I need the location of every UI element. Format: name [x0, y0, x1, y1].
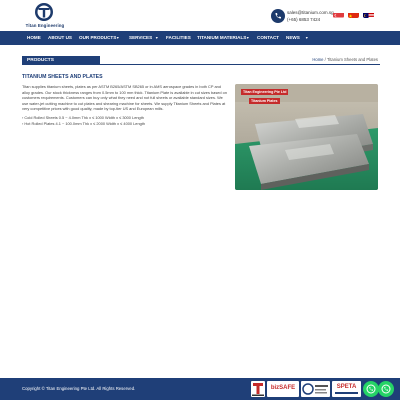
bizsafe-text: bizSAFE: [270, 385, 296, 391]
contact-email[interactable]: sales@titanium.com.sg: [287, 10, 334, 15]
photo-label-product: Titanium Plates: [249, 98, 280, 104]
logo-text: Titan Engineering: [25, 23, 65, 28]
certification-logo-icon: [251, 381, 265, 397]
speta-underline: [335, 392, 358, 394]
product-photo: Titan Engineering Pte Ltd Titanium Plate…: [235, 84, 378, 190]
photo-label-company: Titan Engineering Pte Ltd: [241, 89, 289, 95]
nav-services[interactable]: SERVICES: [129, 31, 152, 45]
flag-my-icon[interactable]: [363, 9, 374, 18]
product-description: Titan supplies titanium sheets, plates a…: [22, 84, 227, 111]
main-nav: HOME ABOUT US OUR PRODUCTS ▼ SERVICES ▼ …: [0, 31, 400, 45]
section-label-text: PRODUCTS: [27, 58, 54, 63]
breadcrumb-home[interactable]: Home: [312, 57, 323, 62]
nav-home[interactable]: HOME: [27, 31, 41, 45]
nav-news[interactable]: NEWS: [286, 31, 300, 45]
bizsafe-badge: bizSAFE: [267, 381, 299, 397]
nav-contact[interactable]: CONTACT: [257, 31, 279, 45]
divider: [100, 64, 380, 65]
spec-item: › Hot Rolled Plates 4.1 ~ 100.0mm Thk x …: [22, 121, 146, 126]
page-title: TITANIUM SHEETS AND PLATES: [22, 74, 103, 80]
contact-phone[interactable]: (+65) 6853 7424: [287, 17, 320, 22]
logo-emblem-icon: [35, 3, 53, 21]
certification-badge-icon: [301, 381, 330, 397]
breadcrumb-current: Titanium Sheets and Plates: [326, 57, 378, 62]
nav-titanium-materials[interactable]: TITANIUM MATERIALS: [197, 31, 246, 45]
nav-our-products[interactable]: OUR PRODUCTS: [79, 31, 116, 45]
whatsapp-icon[interactable]: [378, 381, 394, 397]
phone-icon: [271, 9, 285, 23]
logo[interactable]: Titan Engineering: [22, 2, 68, 30]
nav-about-us[interactable]: ABOUT US: [48, 31, 72, 45]
whatsapp-icon[interactable]: [363, 381, 379, 397]
contact-info: sales@titanium.com.sg (+65) 6853 7424: [271, 7, 334, 25]
chevron-down-icon[interactable]: ▼: [116, 31, 120, 45]
spec-item: › Cold Rolled Sheets 0.5 ~ 4.0mm Thk x ≤…: [22, 115, 144, 120]
chevron-down-icon[interactable]: ▼: [305, 31, 309, 45]
flag-sg-icon[interactable]: [333, 9, 344, 18]
speta-badge: SPETA: [332, 381, 361, 397]
site-header: Titan Engineering sales@titanium.com.sg …: [0, 0, 400, 31]
chevron-down-icon[interactable]: ▼: [246, 31, 250, 45]
flag-cn-icon[interactable]: [348, 9, 359, 18]
site-footer: Copyright © Titan Engineering Pte Ltd. A…: [0, 378, 400, 400]
copyright-text: Copyright © Titan Engineering Pte Ltd. A…: [22, 386, 136, 391]
section-label: PRODUCTS: [22, 56, 100, 65]
nav-facilities[interactable]: FACILITIES: [166, 31, 191, 45]
breadcrumb: Home / Titanium Sheets and Plates: [312, 57, 378, 62]
chevron-down-icon[interactable]: ▼: [155, 31, 159, 45]
speta-text: SPETA: [336, 384, 357, 390]
